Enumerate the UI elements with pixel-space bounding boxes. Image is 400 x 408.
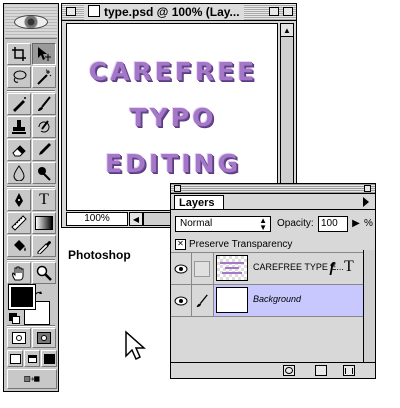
new-layer-icon[interactable] bbox=[315, 365, 327, 376]
standard-mode-icon[interactable] bbox=[7, 328, 31, 348]
dodge-icon[interactable] bbox=[32, 162, 56, 184]
magic-wand-icon[interactable] bbox=[32, 66, 56, 88]
zoom-box-icon[interactable] bbox=[269, 7, 279, 16]
toolbox: T bbox=[3, 3, 59, 392]
airbrush-icon[interactable] bbox=[7, 93, 31, 115]
palette-close-icon[interactable] bbox=[174, 185, 181, 192]
full-screen-mode-icon[interactable] bbox=[41, 350, 57, 367]
scroll-up-icon[interactable]: ▲ bbox=[280, 23, 294, 37]
opacity-unit: % bbox=[364, 218, 373, 229]
eraser-icon[interactable] bbox=[7, 139, 31, 161]
zoom-icon[interactable] bbox=[32, 262, 56, 284]
tab-layers[interactable]: Layers bbox=[174, 195, 224, 210]
blend-mode-select[interactable]: Normal ▲ ▼ bbox=[175, 216, 271, 232]
opacity-slider-arrow-icon[interactable]: ▶ bbox=[350, 217, 362, 231]
type-icon[interactable]: T bbox=[32, 189, 56, 211]
palette-titlebar[interactable] bbox=[171, 184, 375, 194]
paint-bucket-icon[interactable] bbox=[7, 235, 31, 257]
blend-mode-value: Normal bbox=[180, 218, 213, 229]
zoom-level-field[interactable]: 100% bbox=[66, 212, 128, 226]
crop-icon[interactable] bbox=[7, 43, 31, 65]
layer-name: Background bbox=[253, 294, 302, 304]
foreground-color-swatch[interactable] bbox=[8, 284, 36, 310]
measure-icon[interactable] bbox=[7, 212, 31, 234]
close-box-icon[interactable] bbox=[66, 7, 76, 16]
preserve-transparency-checkbox[interactable]: ✕ bbox=[175, 239, 186, 250]
trash-icon[interactable] bbox=[343, 365, 355, 376]
add-layer-mask-icon[interactable] bbox=[283, 365, 295, 376]
layer-row-carefree-type[interactable]: CAREFREE TYPE E... ƒ T bbox=[171, 252, 363, 284]
scroll-left-icon[interactable]: ◀ bbox=[129, 212, 143, 226]
canvas-text-line-1: CAREFREE bbox=[88, 57, 258, 86]
jump-to-imageready-icon[interactable] bbox=[7, 369, 57, 389]
document-title: type.psd @ 100% (Lay... bbox=[104, 5, 240, 19]
toolbox-header[interactable] bbox=[5, 5, 57, 39]
layer-effects-icon[interactable]: ƒ bbox=[328, 259, 340, 275]
lasso-icon[interactable] bbox=[7, 66, 31, 88]
collapse-box-icon[interactable] bbox=[283, 7, 293, 16]
palette-menu-arrow-icon[interactable] bbox=[363, 197, 369, 207]
preserve-transparency-label: Preserve Transparency bbox=[189, 239, 293, 250]
canvas-text-line-3: EDITING bbox=[105, 149, 241, 178]
palette-collapse-icon[interactable] bbox=[364, 185, 371, 192]
palette-bottom-bar bbox=[171, 362, 375, 378]
layer-thumbnail-text bbox=[216, 255, 248, 281]
photoshop-eye-icon bbox=[14, 15, 48, 29]
photoshop-label: Photoshop bbox=[68, 248, 131, 262]
layers-scrollbar[interactable] bbox=[363, 250, 375, 362]
canvas-text-line-2: TYPO bbox=[129, 103, 217, 132]
default-colors-icon[interactable] bbox=[9, 313, 20, 324]
document-titlebar[interactable]: type.psd @ 100% (Lay... bbox=[62, 4, 296, 21]
visibility-eye-icon[interactable] bbox=[171, 285, 192, 316]
layer-link-cell[interactable] bbox=[191, 253, 214, 284]
move-icon[interactable] bbox=[32, 43, 56, 65]
standard-screen-mode-icon[interactable] bbox=[7, 350, 23, 367]
gradient-icon[interactable] bbox=[32, 212, 56, 234]
text-layer-icon: T bbox=[344, 258, 354, 275]
layers-palette: Layers Normal ▲ ▼ Opacity: 100 ▶ % ✕ Pres… bbox=[170, 183, 376, 379]
opacity-label: Opacity: bbox=[277, 218, 314, 229]
paintbrush-active-icon[interactable] bbox=[191, 285, 214, 316]
mouse-pointer-icon bbox=[124, 330, 146, 362]
preserve-transparency-option[interactable]: ✕ Preserve Transparency bbox=[175, 239, 292, 250]
document-file-icon bbox=[88, 5, 100, 17]
paintbrush-icon[interactable] bbox=[32, 93, 56, 115]
layer-thumbnail-background bbox=[216, 287, 248, 313]
pen-icon[interactable] bbox=[7, 189, 31, 211]
full-screen-menubar-icon[interactable] bbox=[24, 350, 40, 367]
rubber-stamp-icon[interactable] bbox=[7, 116, 31, 138]
visibility-eye-icon[interactable] bbox=[171, 253, 192, 284]
layer-row-background[interactable]: Background bbox=[171, 284, 363, 316]
hand-icon[interactable] bbox=[7, 262, 31, 284]
eyedropper-icon[interactable] bbox=[32, 235, 56, 257]
pencil-icon[interactable] bbox=[32, 139, 56, 161]
blur-icon[interactable] bbox=[7, 162, 31, 184]
opacity-field[interactable]: 100 bbox=[318, 216, 348, 232]
tab-divider bbox=[171, 209, 375, 210]
select-arrows-icon: ▲ ▼ bbox=[259, 216, 267, 232]
quick-mask-mode-icon[interactable] bbox=[32, 328, 56, 348]
history-brush-icon[interactable] bbox=[32, 116, 56, 138]
